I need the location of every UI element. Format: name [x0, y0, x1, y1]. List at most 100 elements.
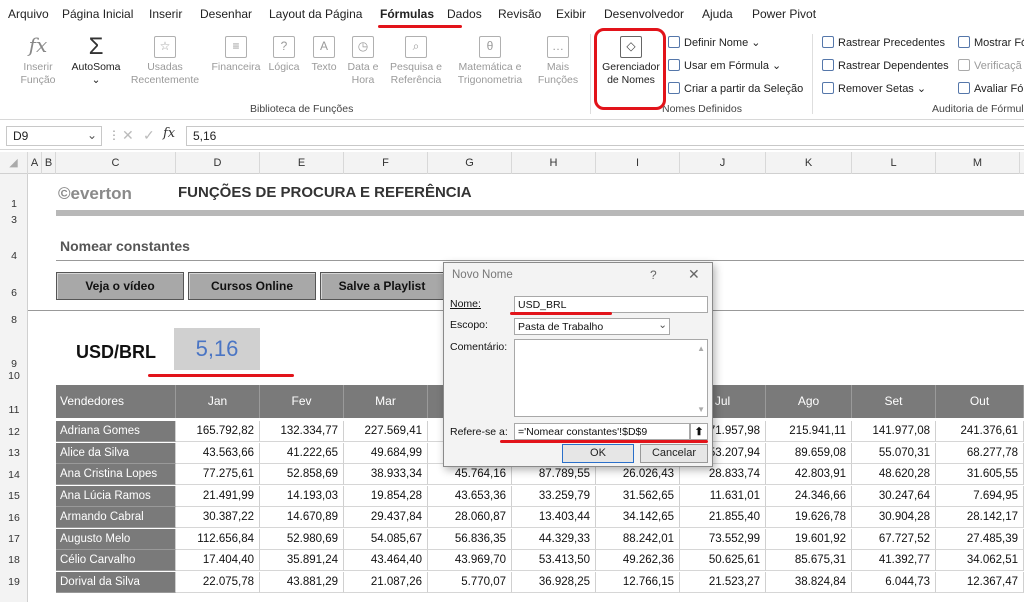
cancel-button[interactable]: Cancelar	[640, 444, 708, 463]
value-cell[interactable]: 165.792,82	[176, 421, 260, 442]
row-header[interactable]: 6	[0, 287, 28, 299]
more-functions-button[interactable]: … Mais Funções	[532, 36, 584, 87]
value-cell[interactable]: 68.277,78	[936, 443, 1024, 464]
menu-exibir[interactable]: Exibir	[556, 7, 586, 21]
refers-to-field[interactable]: ='Nomear constantes'!$D$9	[514, 423, 690, 440]
value-cell[interactable]: 24.346,66	[766, 486, 852, 507]
value-cell[interactable]: 21.523,27	[680, 572, 766, 593]
column-header[interactable]: E	[260, 152, 344, 174]
scroll-up-icon[interactable]: ▲	[697, 344, 705, 353]
date-time-functions-button[interactable]: ◷ Data e Hora	[344, 36, 382, 87]
scroll-down-icon[interactable]: ▼	[697, 405, 705, 414]
value-cell[interactable]: 30.247,64	[852, 486, 936, 507]
row-header[interactable]: 11	[0, 404, 28, 416]
menu-inserir[interactable]: Inserir	[149, 7, 182, 21]
formula-input[interactable]: 5,16	[186, 126, 1024, 146]
value-cell[interactable]: 27.485,39	[936, 529, 1024, 550]
value-cell[interactable]: 132.334,77	[260, 421, 344, 442]
value-cell[interactable]: 45.764,16	[428, 464, 512, 485]
remove-arrows-button[interactable]: Remover Setas ⌄	[822, 82, 926, 96]
column-header[interactable]: L	[852, 152, 936, 174]
vendor-name-cell[interactable]: Adriana Gomes	[56, 421, 176, 442]
table-header-cell[interactable]: Out	[936, 385, 1024, 418]
value-cell[interactable]: 28.060,87	[428, 507, 512, 528]
table-header-cell[interactable]: Fev	[260, 385, 344, 418]
value-cell[interactable]: 50.625,61	[680, 550, 766, 571]
help-icon[interactable]: ?	[650, 268, 657, 282]
value-cell[interactable]: 77.275,61	[176, 464, 260, 485]
value-cell[interactable]: 43.464,40	[344, 550, 428, 571]
value-cell[interactable]: 42.803,91	[766, 464, 852, 485]
vendor-name-cell[interactable]: Ana Lúcia Ramos	[56, 486, 176, 507]
name-box[interactable]: D9 ⌄	[6, 126, 102, 146]
value-cell[interactable]: 19.601,92	[766, 529, 852, 550]
row-header[interactable]: 4	[0, 250, 28, 262]
text-functions-button[interactable]: A Texto	[306, 36, 342, 74]
column-header[interactable]: G	[428, 152, 512, 174]
value-cell[interactable]: 43.563,66	[176, 443, 260, 464]
fx-icon[interactable]: fx	[163, 126, 175, 141]
financial-functions-button[interactable]: ≡ Financeira	[210, 36, 262, 74]
select-all-corner[interactable]: ◢	[0, 152, 28, 174]
value-cell[interactable]: 31.605,55	[936, 464, 1024, 485]
vendor-name-cell[interactable]: Alice da Silva	[56, 443, 176, 464]
row-header[interactable]: 13	[0, 447, 28, 459]
value-cell[interactable]: 67.727,52	[852, 529, 936, 550]
menu-formulas[interactable]: Fórmulas	[380, 7, 434, 21]
trace-precedents-button[interactable]: Rastrear Precedentes	[822, 36, 945, 50]
value-cell[interactable]: 14.193,03	[260, 486, 344, 507]
value-cell[interactable]: 31.562,65	[596, 486, 680, 507]
value-cell[interactable]: 26.026,43	[596, 464, 680, 485]
table-header-cell[interactable]: Jan	[176, 385, 260, 418]
save-playlist-button[interactable]: Salve a Playlist	[320, 272, 444, 300]
value-cell[interactable]: 52.858,69	[260, 464, 344, 485]
show-formulas-button[interactable]: Mostrar Fó	[958, 36, 1024, 50]
menu-revisao[interactable]: Revisão	[498, 7, 541, 21]
value-cell[interactable]: 38.933,34	[344, 464, 428, 485]
row-header[interactable]: 10	[0, 370, 28, 382]
usd-brl-value-cell[interactable]: 5,16	[174, 328, 260, 370]
value-cell[interactable]: 48.620,28	[852, 464, 936, 485]
table-header-cell[interactable]: Ago	[766, 385, 852, 418]
value-cell[interactable]: 17.404,40	[176, 550, 260, 571]
menu-desenvolvedor[interactable]: Desenvolvedor	[604, 7, 684, 21]
value-cell[interactable]: 19.626,78	[766, 507, 852, 528]
menu-layout[interactable]: Layout da Página	[269, 7, 362, 21]
column-header[interactable]: H	[512, 152, 596, 174]
row-header[interactable]: 12	[0, 426, 28, 438]
math-functions-button[interactable]: θ Matemática e Trigonometria	[450, 36, 530, 87]
trace-dependents-button[interactable]: Rastrear Dependentes	[822, 59, 949, 73]
menu-power-pivot[interactable]: Power Pivot	[752, 7, 816, 21]
value-cell[interactable]: 21.855,40	[680, 507, 766, 528]
vendor-name-cell[interactable]: Augusto Melo	[56, 529, 176, 550]
value-cell[interactable]: 41.222,65	[260, 443, 344, 464]
value-cell[interactable]: 54.085,67	[344, 529, 428, 550]
value-cell[interactable]: 43.653,36	[428, 486, 512, 507]
vendor-name-cell[interactable]: Ana Cristina Lopes	[56, 464, 176, 485]
value-cell[interactable]: 14.670,89	[260, 507, 344, 528]
value-cell[interactable]: 227.569,41	[344, 421, 428, 442]
value-cell[interactable]: 85.675,31	[766, 550, 852, 571]
value-cell[interactable]: 36.928,25	[512, 572, 596, 593]
value-cell[interactable]: 21.087,26	[344, 572, 428, 593]
value-cell[interactable]: 73.552,99	[680, 529, 766, 550]
value-cell[interactable]: 88.242,01	[596, 529, 680, 550]
column-header[interactable]: C	[56, 152, 176, 174]
vendor-name-cell[interactable]: Célio Carvalho	[56, 550, 176, 571]
row-header[interactable]: 1	[0, 198, 28, 210]
ok-button[interactable]: OK	[562, 444, 634, 463]
value-cell[interactable]: 49.262,36	[596, 550, 680, 571]
column-header[interactable]: K	[766, 152, 852, 174]
column-header[interactable]: I	[596, 152, 680, 174]
row-header[interactable]: 18	[0, 554, 28, 566]
value-cell[interactable]: 19.854,28	[344, 486, 428, 507]
column-header[interactable]: B	[42, 152, 56, 174]
column-header[interactable]: M	[936, 152, 1020, 174]
value-cell[interactable]: 33.259,79	[512, 486, 596, 507]
value-cell[interactable]: 141.977,08	[852, 421, 936, 442]
online-courses-button[interactable]: Cursos Online	[188, 272, 316, 300]
cancel-entry-icon[interactable]: ✕	[122, 127, 134, 144]
value-cell[interactable]: 13.403,44	[512, 507, 596, 528]
name-field[interactable]: USD_BRL	[514, 296, 708, 313]
menu-desenhar[interactable]: Desenhar	[200, 7, 252, 21]
